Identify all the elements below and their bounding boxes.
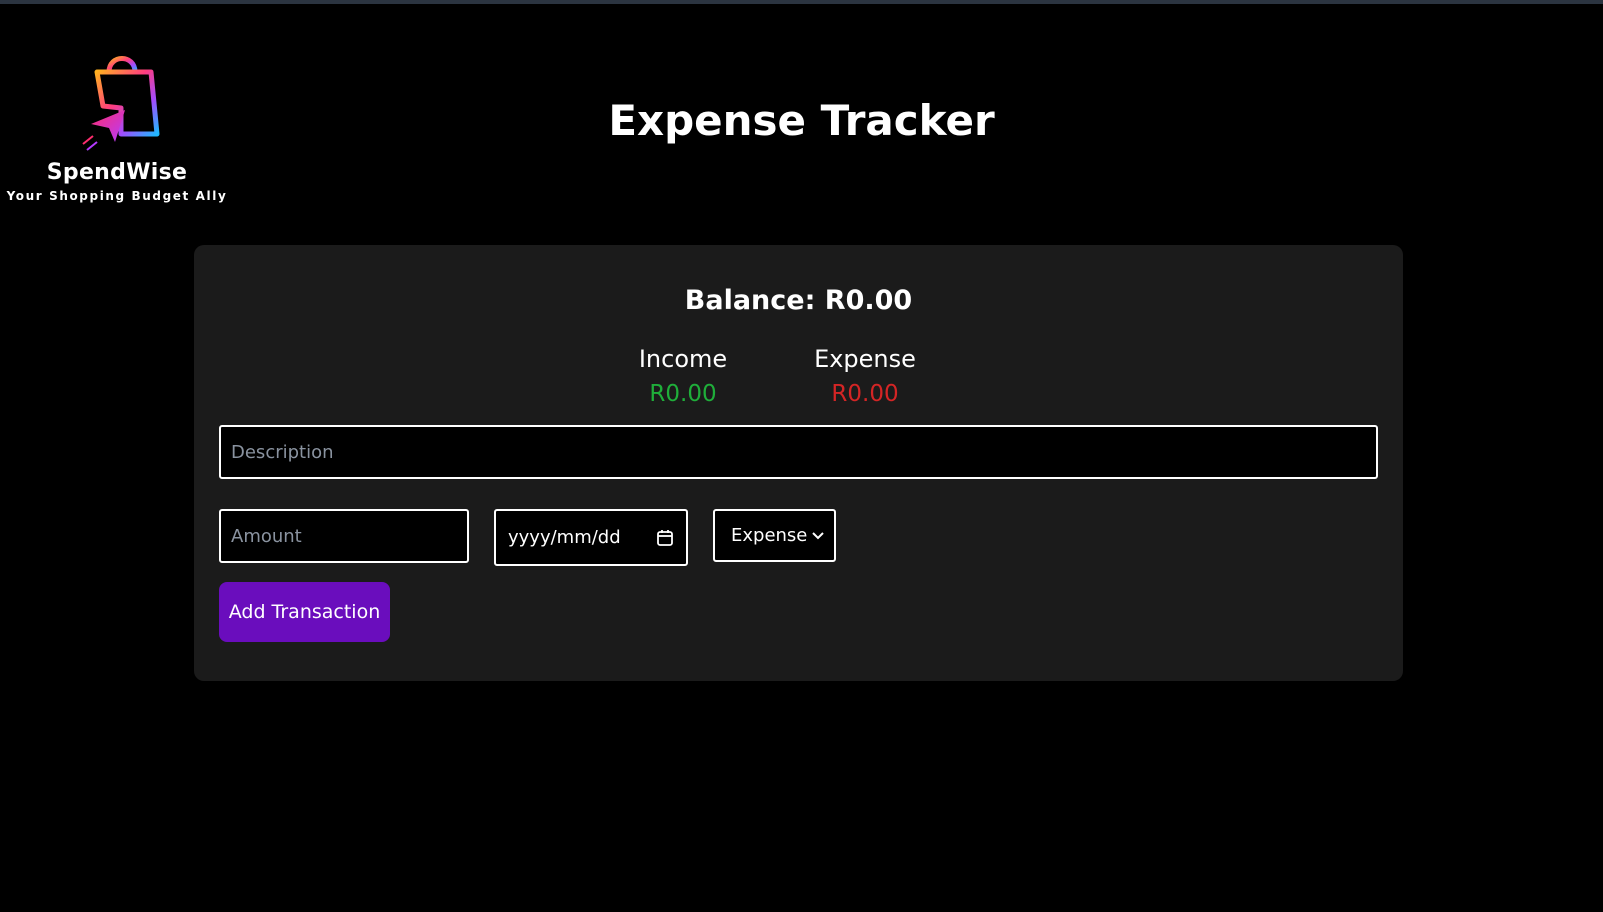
type-select[interactable]: Expense	[713, 509, 836, 562]
balance-text: Balance: R0.00	[684, 285, 913, 316]
transaction-card: Balance: R0.00 Income R0.00 Expense R0.0…	[194, 245, 1403, 681]
income-label: Income	[638, 345, 728, 373]
expense-label: Expense	[814, 345, 916, 373]
add-transaction-button[interactable]: Add Transaction	[219, 582, 390, 642]
description-input[interactable]	[219, 425, 1378, 479]
income-summary: Income R0.00	[608, 345, 758, 407]
date-input[interactable]: yyyy/mm/dd	[494, 509, 688, 566]
chevron-down-icon	[812, 531, 824, 539]
type-select-value: Expense	[731, 525, 808, 546]
income-value: R0.00	[649, 381, 717, 407]
calendar-icon[interactable]	[656, 529, 674, 547]
amount-input[interactable]	[219, 509, 469, 563]
page-title: Expense Tracker	[608, 96, 995, 145]
date-placeholder: yyyy/mm/dd	[508, 527, 621, 548]
expense-value: R0.00	[831, 381, 899, 407]
expense-summary: Expense R0.00	[790, 345, 940, 407]
brand-tagline: Your Shopping Budget Ally	[6, 189, 228, 203]
brand-name: SpendWise	[46, 160, 188, 185]
window-top-border	[0, 0, 1603, 4]
